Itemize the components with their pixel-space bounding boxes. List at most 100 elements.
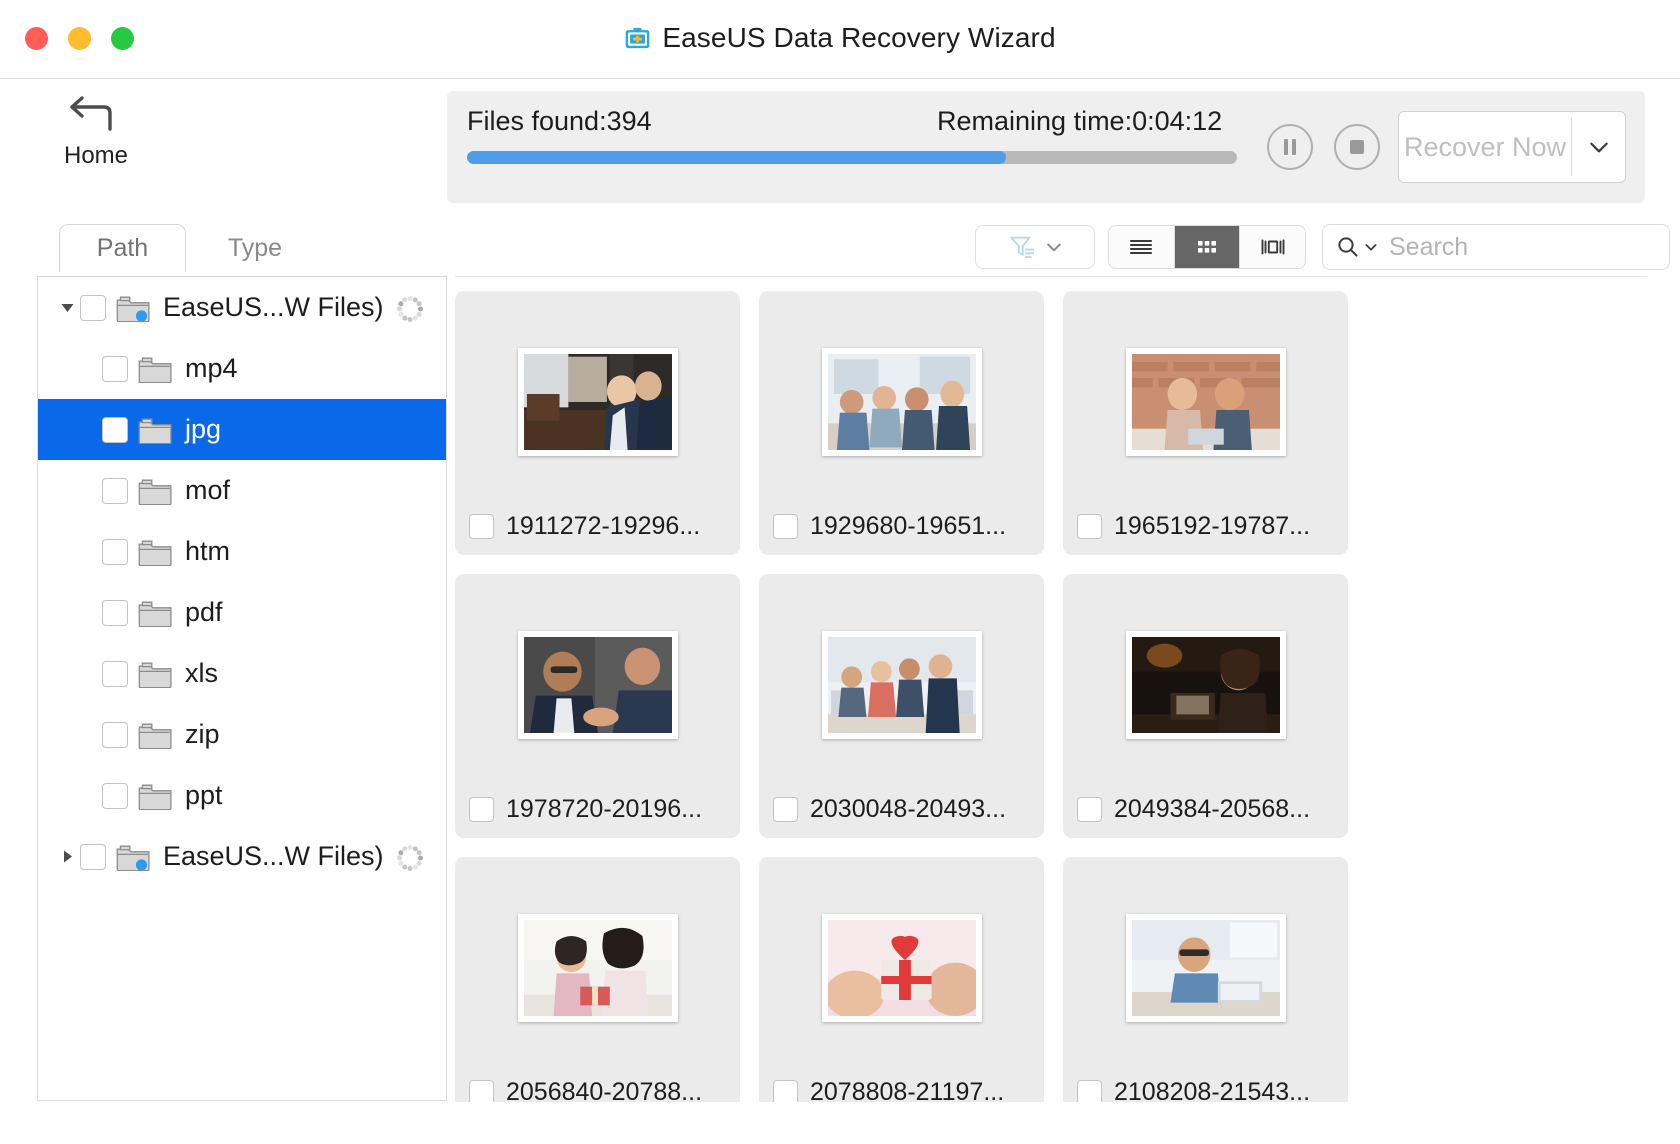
search-box[interactable]: [1322, 224, 1670, 270]
thumbnail-wrapper: [759, 630, 1044, 740]
tab-type[interactable]: Type: [200, 224, 310, 272]
tree-item-checkbox[interactable]: [102, 722, 128, 748]
file-thumbnail: [518, 914, 678, 1022]
file-name-label: 2056840-20788...: [506, 1078, 702, 1102]
file-checkbox[interactable]: [773, 797, 798, 822]
folder-icon: [138, 416, 172, 444]
scan-progress-bar: [467, 151, 1237, 164]
tree-item-easeus-w-files[interactable]: EaseUS...W Files): [38, 277, 446, 338]
thumbnail-wrapper: [759, 913, 1044, 1023]
tree-item-checkbox[interactable]: [102, 539, 128, 565]
tile-footer: 2056840-20788...: [469, 1078, 730, 1102]
stop-scan-button[interactable]: [1334, 124, 1380, 170]
tile-footer: 1965192-19787...: [1077, 512, 1338, 541]
tree-item-label: mof: [185, 475, 230, 506]
file-thumbnail: [1126, 631, 1286, 739]
tree-item-checkbox[interactable]: [102, 417, 128, 443]
tree-item-jpg[interactable]: jpg: [38, 399, 446, 460]
content-area: EaseUS...W Files) mp4 jpg mof htm pdf xl…: [0, 276, 1680, 1121]
tree-item-zip[interactable]: zip: [38, 704, 446, 765]
file-tile[interactable]: 1978720-20196...: [455, 574, 740, 838]
app-title-group: EaseUS Data Recovery Wizard: [0, 22, 1680, 54]
file-checkbox[interactable]: [469, 1080, 494, 1102]
path-tree-sidebar[interactable]: EaseUS...W Files) mp4 jpg mof htm pdf xl…: [37, 276, 447, 1101]
tree-item-label: ppt: [185, 780, 223, 811]
file-name-label: 2108208-21543...: [1114, 1078, 1310, 1102]
files-found-label: Files found:394: [467, 106, 652, 137]
triangle-down-icon[interactable]: [59, 299, 76, 316]
easeus-toolbox-logo-icon: [624, 25, 651, 52]
tree-item-label: pdf: [185, 597, 223, 628]
file-tile[interactable]: 1929680-19651...: [759, 291, 1044, 555]
chevron-down-icon: [1586, 134, 1612, 160]
tree-item-xls[interactable]: xls: [38, 643, 446, 704]
tree-twisty[interactable]: [54, 848, 80, 865]
file-tile[interactable]: 1965192-19787...: [1063, 291, 1348, 555]
filter-button[interactable]: [975, 225, 1095, 269]
file-checkbox[interactable]: [773, 1080, 798, 1102]
file-tile[interactable]: 2078808-21197...: [759, 857, 1044, 1102]
tree-twisty[interactable]: [54, 299, 80, 316]
file-tile[interactable]: 2030048-20493...: [759, 574, 1044, 838]
tree-item-label: jpg: [185, 414, 221, 445]
file-name-label: 1978720-20196...: [506, 795, 702, 824]
tree-item-htm[interactable]: htm: [38, 521, 446, 582]
chevron-down-icon: [1363, 239, 1379, 255]
file-checkbox[interactable]: [1077, 1080, 1102, 1102]
tile-footer: 1929680-19651...: [773, 512, 1034, 541]
tree-item-label: EaseUS...W Files): [163, 841, 384, 872]
triangle-right-icon[interactable]: [59, 848, 76, 865]
file-checkbox[interactable]: [1077, 514, 1102, 539]
thumbnail-image: [828, 637, 976, 733]
file-checkbox[interactable]: [773, 514, 798, 539]
recover-now-button[interactable]: Recover Now: [1399, 112, 1571, 182]
tree-item-ppt[interactable]: ppt: [38, 765, 446, 826]
list-view-button[interactable]: [1109, 226, 1175, 268]
recover-now-control: Recover Now: [1398, 111, 1626, 183]
tree-item-checkbox[interactable]: [102, 356, 128, 382]
tree-item-mp4[interactable]: mp4: [38, 338, 446, 399]
tree-item-checkbox[interactable]: [102, 600, 128, 626]
tree-item-checkbox[interactable]: [102, 783, 128, 809]
tree-item-easeus-w-files[interactable]: EaseUS...W Files): [38, 826, 446, 887]
file-checkbox[interactable]: [1077, 797, 1102, 822]
file-tile[interactable]: 2049384-20568...: [1063, 574, 1348, 838]
file-name-label: 2030048-20493...: [810, 795, 1006, 824]
remaining-time-label: Remaining time:0:04:12: [937, 106, 1222, 137]
tile-footer: 2078808-21197...: [773, 1078, 1034, 1102]
home-label: Home: [64, 142, 128, 170]
recover-options-button[interactable]: [1572, 112, 1625, 182]
thumbnail-image: [1132, 637, 1280, 733]
file-tile[interactable]: 2056840-20788...: [455, 857, 740, 1102]
thumbnail-wrapper: [455, 630, 740, 740]
search-magnifier-icon: [1335, 234, 1361, 260]
file-grid[interactable]: 1911272-19296... 1929680-19651... 196519…: [455, 276, 1647, 1102]
tree-item-checkbox[interactable]: [80, 844, 106, 870]
tabs-and-view-toolbar: Path Type: [0, 224, 1680, 276]
coverflow-view-button[interactable]: [1240, 226, 1305, 268]
file-tile[interactable]: 1911272-19296...: [455, 291, 740, 555]
folder-icon: [138, 599, 172, 627]
file-name-label: 1929680-19651...: [810, 512, 1006, 541]
thumbnail-image: [1132, 354, 1280, 450]
tab-path[interactable]: Path: [59, 224, 186, 272]
grid-squares-icon: [1192, 234, 1222, 260]
thumbnail-wrapper: [759, 347, 1044, 457]
tree-item-checkbox[interactable]: [102, 661, 128, 687]
tree-item-label: htm: [185, 536, 230, 567]
tree-item-checkbox[interactable]: [102, 478, 128, 504]
tile-footer: 1978720-20196...: [469, 795, 730, 824]
tree-item-label: xls: [185, 658, 218, 689]
tree-item-checkbox[interactable]: [80, 295, 106, 321]
file-checkbox[interactable]: [469, 797, 494, 822]
tree-item-mof[interactable]: mof: [38, 460, 446, 521]
file-tile[interactable]: 2108208-21543...: [1063, 857, 1348, 1102]
file-checkbox[interactable]: [469, 514, 494, 539]
scan-progress-fill: [467, 151, 1006, 164]
file-thumbnail: [518, 631, 678, 739]
pause-scan-button[interactable]: [1267, 124, 1313, 170]
search-input[interactable]: [1385, 232, 1680, 263]
tree-item-pdf[interactable]: pdf: [38, 582, 446, 643]
grid-view-button[interactable]: [1175, 226, 1241, 268]
home-button[interactable]: Home: [32, 93, 160, 170]
